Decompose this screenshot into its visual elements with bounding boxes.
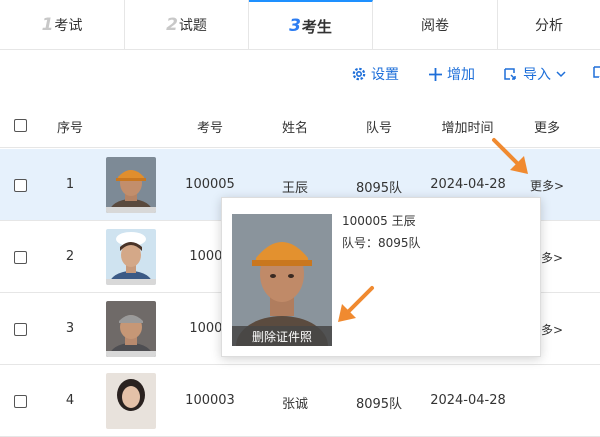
row-checkbox[interactable] <box>14 395 27 408</box>
import-label: 导入 <box>523 67 551 83</box>
tab-label: 试题 <box>178 18 207 34</box>
plus-icon <box>429 67 442 81</box>
add-label: 增加 <box>447 67 475 83</box>
select-all-checkbox[interactable] <box>14 119 27 132</box>
gear-icon <box>352 67 366 81</box>
import-button[interactable]: 导入 <box>503 64 571 84</box>
avatar[interactable] <box>106 229 156 285</box>
tab-grading[interactable]: 阅卷 <box>373 0 498 50</box>
photo-popover: 删除证件照 100005 王辰 队号：8095队 <box>221 197 541 357</box>
avatar[interactable] <box>106 157 156 213</box>
tab-candidates[interactable]: 3 考生 <box>249 0 373 50</box>
header-exam-no: 考号 <box>196 121 223 136</box>
row-team: 8095队 <box>355 397 403 412</box>
add-button[interactable]: 增加 <box>428 64 475 84</box>
table-row[interactable]: 4 100003 张诚 8095队 2024-04-28 <box>0 365 600 437</box>
header-name: 姓名 <box>281 121 308 136</box>
row-index: 2 <box>65 249 75 264</box>
tab-number: 1 <box>41 15 54 35</box>
header-team: 队号 <box>365 121 392 136</box>
export-icon <box>593 66 600 78</box>
tab-bar: 1 考试 2 试题 3 考生 阅卷 分析 <box>0 0 600 50</box>
import-icon <box>504 68 516 80</box>
tab-number: 2 <box>166 15 178 35</box>
row-team: 8095队 <box>355 181 403 196</box>
header-more: 更多 <box>533 121 560 136</box>
tab-label: 考生 <box>301 17 332 36</box>
tab-label: 阅卷 <box>421 18 449 34</box>
row-checkbox[interactable] <box>14 323 27 336</box>
avatar[interactable] <box>106 373 156 429</box>
settings-label: 设置 <box>371 67 399 83</box>
more-link[interactable]: 多> <box>537 321 567 338</box>
export-button[interactable] <box>592 64 600 80</box>
row-exam-no: 100005 <box>185 177 235 192</box>
row-checkbox[interactable] <box>14 251 27 264</box>
toolbar: 设置 增加 导入 <box>0 60 600 90</box>
tab-label: 考试 <box>54 18 83 34</box>
row-index: 1 <box>65 177 75 192</box>
tab-number: 3 <box>289 16 301 36</box>
annotation-arrow-icon <box>338 286 374 322</box>
more-link[interactable]: 多> <box>537 249 567 266</box>
settings-button[interactable]: 设置 <box>351 64 399 84</box>
tab-analysis[interactable]: 分析 <box>498 0 600 50</box>
row-index: 3 <box>65 321 75 336</box>
popup-team: 队号：8095队 <box>342 236 421 250</box>
avatar[interactable] <box>106 301 156 357</box>
header-added-time: 增加时间 <box>441 121 494 136</box>
delete-id-photo-button[interactable]: 删除证件照 <box>232 326 332 346</box>
row-added-time: 2024-04-28 <box>430 393 506 408</box>
chevron-down-icon <box>556 71 566 78</box>
tab-exam[interactable]: 1 考试 <box>0 0 125 50</box>
row-name: 王辰 <box>281 181 308 196</box>
tab-questions[interactable]: 2 试题 <box>125 0 249 50</box>
header-index: 序号 <box>56 121 83 136</box>
row-index: 4 <box>65 393 75 408</box>
row-name: 张诚 <box>281 397 308 412</box>
popup-exam-name: 100005 王辰 <box>342 214 416 228</box>
row-checkbox[interactable] <box>14 179 27 192</box>
row-exam-no: 100003 <box>185 393 235 408</box>
annotation-arrow-icon <box>492 138 528 174</box>
tab-label: 分析 <box>535 18 563 34</box>
